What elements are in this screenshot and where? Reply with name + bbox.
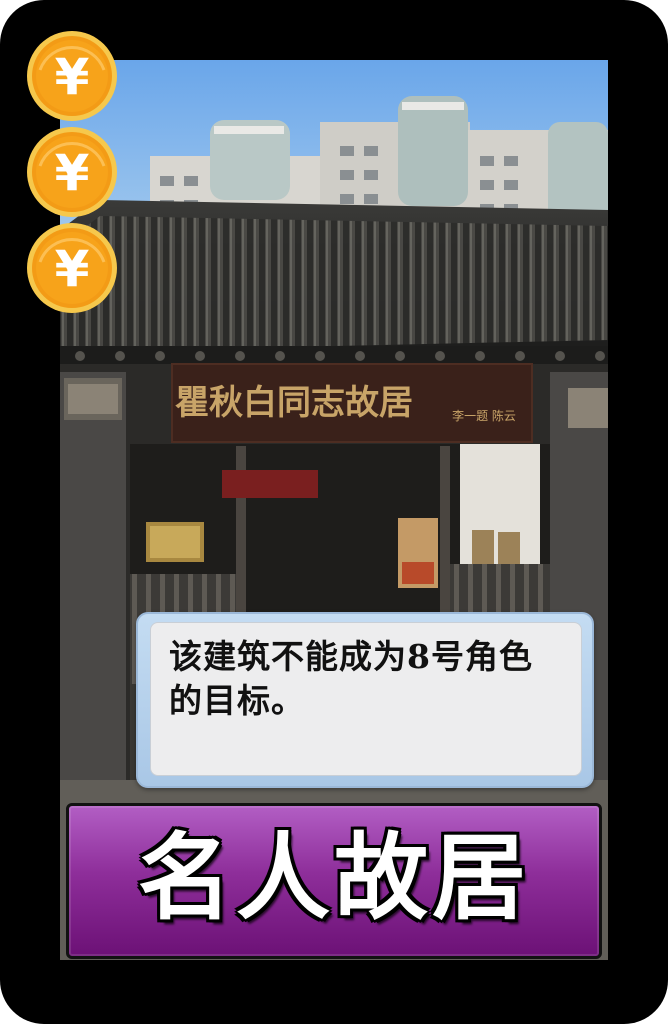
building-card[interactable]: 瞿秋白同志故居 李一题 陈云 ¥ ¥ ¥ 该建筑不能成为8号角色的目标。 名人故…	[0, 0, 668, 1024]
plaque-signature: 李一题 陈云	[452, 408, 516, 423]
card-name: 名人故居	[137, 824, 530, 933]
card-description: 该建筑不能成为8号角色的目标。	[169, 637, 533, 720]
coin-icon: ¥	[26, 30, 118, 122]
svg-text:¥: ¥	[55, 240, 90, 298]
ability-text-box: 该建筑不能成为8号角色的目标。	[136, 612, 594, 788]
coin-icon: ¥	[26, 126, 118, 218]
svg-text:¥: ¥	[55, 48, 90, 106]
coin-icon: ¥	[26, 222, 118, 314]
svg-text:¥: ¥	[55, 144, 90, 202]
card-name-bar: 名人故居	[66, 803, 602, 959]
ability-text-panel: 该建筑不能成为8号角色的目标。	[150, 622, 582, 776]
plaque-text: 瞿秋白同志故居	[175, 383, 413, 423]
